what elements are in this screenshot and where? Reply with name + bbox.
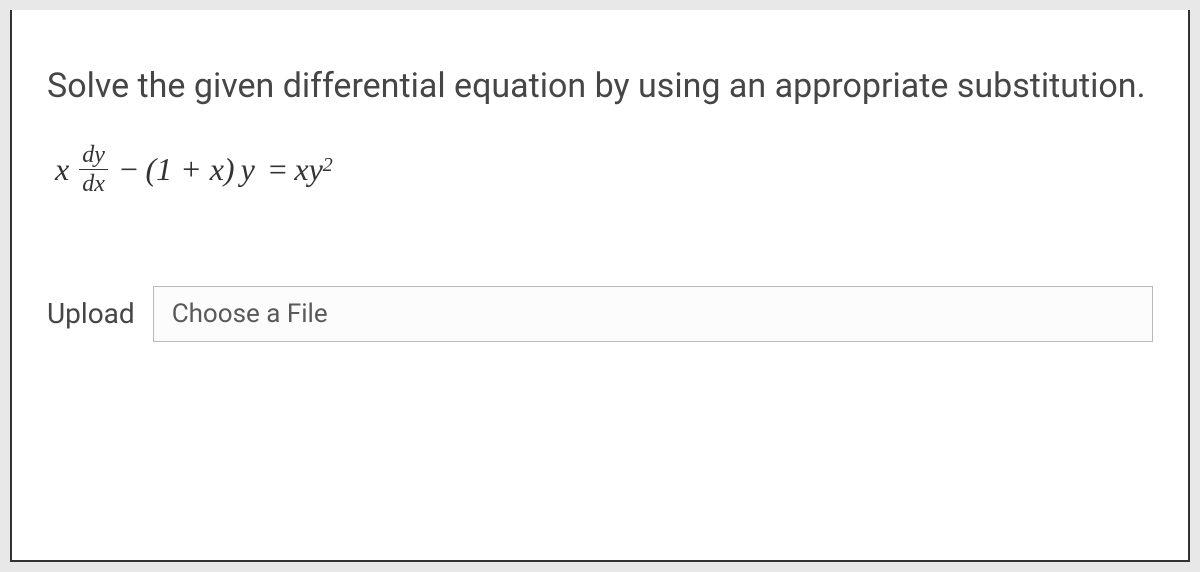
eq-fraction-den: dx: [82, 170, 105, 196]
upload-row: Upload Choose a File: [47, 286, 1153, 342]
eq-equals: =: [267, 151, 289, 188]
question-prompt: Solve the given differential equation by…: [47, 60, 1153, 113]
equation: x dy dx − (1 + x) y = xy2: [49, 143, 1153, 196]
eq-lhs-coef: x: [55, 151, 69, 188]
file-upload-input[interactable]: Choose a File: [153, 286, 1153, 342]
upload-label: Upload: [47, 297, 135, 330]
file-upload-placeholder: Choose a File: [172, 299, 328, 329]
eq-minus: −: [118, 151, 140, 188]
eq-paren: (1 + x): [145, 151, 234, 188]
eq-y: y: [241, 151, 255, 188]
eq-rhs-exponent: 2: [323, 154, 333, 177]
eq-fraction-num: dy: [79, 143, 108, 170]
question-card: Solve the given differential equation by…: [10, 10, 1190, 562]
eq-rhs-base: xy: [294, 151, 322, 188]
eq-fraction: dy dx: [79, 143, 108, 196]
